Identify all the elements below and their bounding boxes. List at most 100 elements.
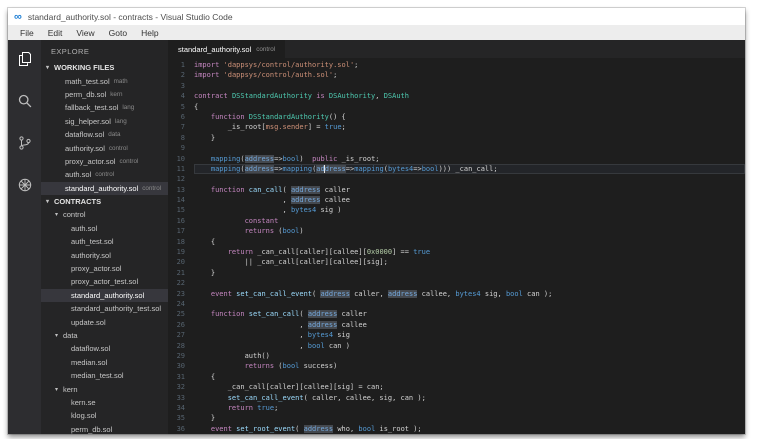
code-token: ( bbox=[240, 164, 245, 173]
working-file-item[interactable]: fallback_test.sol lang bbox=[41, 101, 168, 114]
code-line[interactable]: 36 event set_root_event( address who, bo… bbox=[168, 424, 745, 434]
tree-file-standard-authority-test-sol[interactable]: standard_authority_test.sol bbox=[41, 302, 168, 315]
working-file-item[interactable]: standard_authority.sol control bbox=[41, 181, 168, 195]
item-label: median.sol bbox=[71, 357, 108, 367]
working-file-item[interactable]: auth.sol control bbox=[41, 168, 168, 181]
code-token: bool bbox=[307, 341, 325, 350]
tab-bar: standard_authority.sol control bbox=[168, 40, 745, 58]
working-file-item[interactable]: math_test.sol math bbox=[41, 74, 168, 87]
code-line[interactable]: 5{ bbox=[168, 102, 745, 112]
working-file-item[interactable]: proxy_actor.sol control bbox=[41, 155, 168, 168]
code-line[interactable]: 15 , bytes4 sig ) bbox=[168, 205, 745, 215]
code-line[interactable]: 7 _is_root[msg.sender] = true; bbox=[168, 122, 745, 132]
code-line[interactable]: 16 constant bbox=[168, 216, 745, 226]
code-line[interactable]: 4 contract DSStandardAuthority is DSAutho… bbox=[168, 91, 745, 101]
menu-item-edit[interactable]: Edit bbox=[41, 28, 70, 38]
line-number: 28 bbox=[176, 341, 185, 350]
code-line[interactable]: 3 bbox=[168, 81, 745, 91]
code-editor[interactable]: 1 import 'dappsys/control/authority.sol';… bbox=[168, 58, 745, 434]
code-line[interactable]: 2 import 'dappsys/control/auth.sol'; bbox=[168, 70, 745, 80]
line-number: 34 bbox=[176, 403, 185, 412]
code-line[interactable]: 33 set_can_call_event( caller, callee, s… bbox=[168, 393, 745, 403]
working-file-item[interactable]: perm_db.sol kern bbox=[41, 88, 168, 101]
code-token: , bbox=[194, 206, 291, 215]
code-line[interactable]: 10 mapping(address=>bool) public _is_roo… bbox=[168, 154, 745, 164]
line-number: 17 bbox=[176, 227, 185, 236]
code-line[interactable]: 21 } bbox=[168, 268, 745, 278]
tree-file-auth-sol[interactable]: auth.sol bbox=[41, 222, 168, 235]
code-token: true bbox=[257, 403, 275, 412]
code-line[interactable]: 20 || _can_call[caller][callee][sig]; bbox=[168, 257, 745, 267]
git-icon[interactable] bbox=[17, 135, 33, 151]
code-line[interactable]: 13 function can_call( address caller bbox=[168, 185, 745, 195]
search-icon[interactable] bbox=[17, 93, 33, 109]
tree-file-median-test-sol[interactable]: median_test.sol bbox=[41, 369, 168, 382]
code-line[interactable]: 17 returns (bool) bbox=[168, 226, 745, 236]
tree-folder-data[interactable]: ▾ data bbox=[41, 329, 168, 342]
line-number: 6 bbox=[180, 112, 185, 121]
code-line[interactable]: 9 bbox=[168, 143, 745, 153]
contracts-header[interactable]: ▾ CONTRACTS bbox=[41, 195, 168, 208]
code-line-text: import 'dappsys/control/auth.sol'; bbox=[194, 70, 745, 80]
code-line[interactable]: 31 { bbox=[168, 372, 745, 382]
tree-file-klog-sol[interactable]: klog.sol bbox=[41, 409, 168, 422]
code-line[interactable]: 27 , bytes4 sig bbox=[168, 330, 745, 340]
code-line[interactable]: 1 import 'dappsys/control/authority.sol'; bbox=[168, 60, 745, 70]
code-token: caller, bbox=[349, 289, 388, 298]
debug-icon[interactable] bbox=[17, 177, 33, 193]
code-token: set_can_call_event bbox=[227, 393, 304, 402]
line-number: 5 bbox=[180, 102, 185, 111]
tree-file-kern-se[interactable]: kern.se bbox=[41, 396, 168, 409]
contracts-tree: ▾ control auth.sol auth_test.sol authority.s… bbox=[41, 208, 168, 434]
code-line[interactable]: 32 _can_call[caller][callee][sig] = can; bbox=[168, 382, 745, 392]
code-line[interactable]: 25 function set_can_call( address caller bbox=[168, 309, 745, 319]
code-line[interactable]: 35 } bbox=[168, 413, 745, 423]
code-line-text: , address callee bbox=[194, 320, 745, 330]
tree-file-median-sol[interactable]: median.sol bbox=[41, 356, 168, 369]
code-line[interactable]: 8 } bbox=[168, 133, 745, 143]
tab-standard-authority[interactable]: standard_authority.sol control bbox=[168, 40, 286, 58]
code-line[interactable]: 14 , address callee bbox=[168, 195, 745, 205]
code-line[interactable]: 29 auth() bbox=[168, 351, 745, 361]
code-token: is bbox=[316, 92, 325, 101]
code-line[interactable]: 22 bbox=[168, 278, 745, 288]
menu-item-file[interactable]: File bbox=[13, 28, 41, 38]
tree-folder-kern[interactable]: ▾ kern bbox=[41, 382, 168, 395]
code-line[interactable]: 26 , address callee bbox=[168, 320, 745, 330]
code-line[interactable]: 11 mapping(address=>mapping(address=>map… bbox=[168, 163, 745, 175]
code-line[interactable]: 18 { bbox=[168, 237, 745, 247]
menu-item-view[interactable]: View bbox=[69, 28, 101, 38]
title-bar[interactable]: ∞ standard_authority.sol - contracts - V… bbox=[8, 8, 745, 25]
tree-file-standard-authority-sol[interactable]: standard_authority.sol bbox=[41, 288, 168, 303]
code-line-text: , address callee bbox=[194, 195, 745, 205]
working-file-item[interactable]: dataflow.sol data bbox=[41, 128, 168, 141]
tree-file-dataflow-sol[interactable]: dataflow.sol bbox=[41, 342, 168, 355]
tree-folder-control[interactable]: ▾ control bbox=[41, 208, 168, 221]
tree-file-auth-test-sol[interactable]: auth_test.sol bbox=[41, 235, 168, 248]
menu-item-goto[interactable]: Goto bbox=[102, 28, 134, 38]
code-token: address bbox=[307, 320, 338, 329]
code-line[interactable]: 12 bbox=[168, 174, 745, 184]
tree-file-authority-sol[interactable]: authority.sol bbox=[41, 248, 168, 261]
menu-item-help[interactable]: Help bbox=[134, 28, 165, 38]
code-line[interactable]: 30 returns (bool success) bbox=[168, 361, 745, 371]
tree-file-update-sol[interactable]: update.sol bbox=[41, 315, 168, 328]
tree-file-perm-db-sol[interactable]: perm_db.sol bbox=[41, 423, 168, 434]
code-line[interactable]: 24 bbox=[168, 299, 745, 309]
tree-file-proxy-actor-sol[interactable]: proxy_actor.sol bbox=[41, 262, 168, 275]
files-icon[interactable] bbox=[17, 51, 33, 67]
code-line-text: , bytes4 sig bbox=[194, 330, 745, 340]
code-line[interactable]: 19 return _can_call[caller][callee][0x00… bbox=[168, 247, 745, 257]
code-line[interactable]: 34 return true; bbox=[168, 403, 745, 413]
tree-file-proxy-actor-test-sol[interactable]: proxy_actor_test.sol bbox=[41, 275, 168, 288]
vscode-logo-icon: ∞ bbox=[14, 10, 22, 23]
file-tag: lang bbox=[114, 117, 127, 125]
working-files-header[interactable]: ▾ WORKING FILES bbox=[41, 61, 168, 74]
item-label: proxy_actor_test.sol bbox=[71, 277, 139, 287]
code-line[interactable]: 23 event set_can_call_event( address cal… bbox=[168, 289, 745, 299]
working-file-item[interactable]: authority.sol control bbox=[41, 141, 168, 154]
code-line[interactable]: 28 , bool can ) bbox=[168, 341, 745, 351]
code-token: , bbox=[194, 331, 308, 340]
code-line[interactable]: 6 function DSStandardAuthority() { bbox=[168, 112, 745, 122]
working-file-item[interactable]: sig_helper.sol lang bbox=[41, 115, 168, 128]
